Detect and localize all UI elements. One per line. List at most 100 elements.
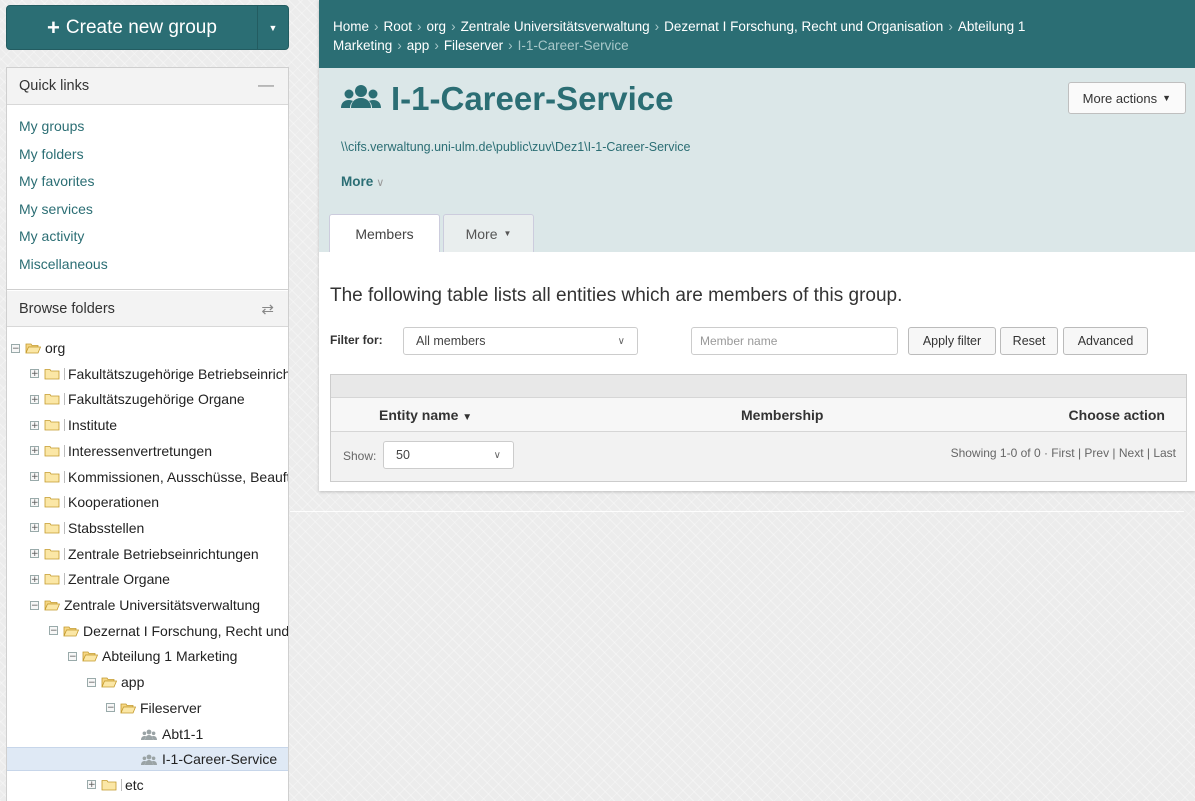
quick-link-my-folders[interactable]: My folders [19,141,276,169]
tree-node[interactable]: + Zentrale Organe [30,567,170,591]
collapse-icon[interactable]: − [87,677,96,687]
browse-folders-title: Browse folders [19,300,115,317]
tree-node[interactable]: − org [11,336,65,360]
folder-icon [101,779,117,791]
tree-node[interactable]: − app [87,670,144,694]
quick-link-my-groups[interactable]: My groups [19,113,276,141]
tree-node[interactable]: − Zentrale Universitätsverwaltung [30,593,260,617]
table-footer: Show: 50 ∨ Showing 1-0 of 0 · First | Pr… [331,432,1186,482]
folder-open-icon [101,676,117,688]
table-toolbar [331,375,1186,398]
expand-icon[interactable]: + [30,523,39,533]
paging-text[interactable]: Showing 1-0 of 0 · First | Prev | Next |… [951,446,1176,460]
column-membership: Membership [741,407,824,423]
create-dropdown-toggle[interactable]: ▼ [257,6,288,49]
folder-open-icon [120,702,136,714]
filter-label: Filter for: [330,333,383,347]
folder-open-icon [82,650,98,662]
tree-node-label: Abteilung 1 Marketing [102,648,238,665]
expand-icon[interactable]: + [87,780,96,790]
quick-links-header[interactable]: Quick links — [7,68,288,105]
folder-open-icon [63,625,79,637]
tree-node[interactable]: + Interessenvertretungen [30,439,212,463]
tree-node[interactable]: + Institute [30,413,117,437]
tree-node-label: Dezernat I Forschung, Recht und Organisa… [83,622,289,639]
plus-icon: + [47,14,60,40]
collapse-icon[interactable]: − [68,651,77,661]
group-icon [141,728,157,740]
sort-caret-icon: ▼ [462,412,473,423]
advanced-label: Advanced [1077,334,1134,348]
tree-node-label: Interessenvertretungen [68,442,212,459]
chevron-down-icon: ∨ [493,449,501,461]
browse-folders-header[interactable]: Browse folders ⇄ [7,291,288,327]
reset-label: Reset [1012,334,1046,348]
tree-node[interactable]: + Kommissionen, Ausschüsse, Beauftragte [30,465,288,489]
member-filter-select[interactable]: All members ∨ [403,327,638,355]
tree-node-label: Fakultätszugehörige Organe [68,391,245,408]
quick-link-my-favorites[interactable]: My favorites [19,168,276,196]
swap-arrows-icon[interactable]: ⇄ [261,300,274,318]
column-entity-name[interactable]: Entity name ▼ [379,407,472,423]
create-new-group-label: Create new group [65,16,217,38]
tree-node[interactable]: − Dezernat I Forschung, Recht und Organis… [49,619,289,643]
tree-node[interactable]: − Abteilung 1 Marketing [68,644,237,668]
collapse-icon[interactable]: − [49,626,58,636]
tree-node-label: Abt1-1 [162,725,204,742]
quick-link-my-services[interactable]: My services [19,196,276,224]
folder-icon [44,496,60,508]
quick-link-miscellaneous[interactable]: Miscellaneous [19,251,276,279]
folder-icon [44,393,60,405]
tree-node-label: Zentrale Organe [68,571,170,588]
expand-icon[interactable]: + [30,497,39,507]
members-description: The following table lists all entities w… [330,285,903,306]
quick-link-my-activity[interactable]: My activity [19,223,276,251]
expand-icon[interactable]: + [30,574,39,584]
collapse-icon[interactable]: − [11,343,20,353]
page-size-select[interactable]: 50 ∨ [383,441,514,469]
tree-node[interactable]: + Zentrale Betriebseinrichtungen [30,542,259,566]
folder-tree: − org + Fakultätszugehörige Betriebseinrich… [6,333,289,801]
folder-icon [44,368,60,380]
members-section: The following table lists all entities w… [319,0,1195,491]
tree-node-label: org [45,340,66,356]
tree-node[interactable]: − Fileserver [106,696,201,720]
folder-icon [44,573,60,585]
tree-node-label: Kommissionen, Ausschüsse, Beauftragte [68,468,288,485]
create-new-group-main[interactable]: + Create new group [7,14,257,40]
expand-icon[interactable]: + [30,420,39,430]
tree-node-label: app [121,674,145,691]
member-name-input[interactable]: Member name [691,327,898,355]
reset-button[interactable]: Reset [1000,327,1058,355]
table-header: Entity name ▼ Membership Choose action [331,398,1186,432]
tree-node[interactable]: + Kooperationen [30,490,159,514]
tree-node-label: Institute [68,417,118,434]
tree-node[interactable]: + Fakultätszugehörige Organe [30,387,245,411]
apply-filter-button[interactable]: Apply filter [908,327,996,355]
tree-node[interactable]: I-1-Career-Service [7,747,288,772]
expand-icon[interactable]: + [30,369,39,379]
quick-links-title: Quick links [19,78,90,94]
tree-node-label: I-1-Career-Service [162,751,278,768]
folder-icon [44,471,60,483]
collapse-icon[interactable]: — [258,77,274,95]
tree-node-label: Fileserver [140,699,202,716]
tree-node-label: Zentrale Betriebseinrichtungen [68,545,259,562]
show-label: Show: [343,449,377,463]
page-size-value: 50 [396,448,410,462]
tree-node[interactable]: + Stabsstellen [30,516,144,540]
collapse-icon[interactable]: − [30,600,39,610]
expand-icon[interactable]: + [30,549,39,559]
tree-node[interactable]: + Fakultätszugehörige Betriebseinrichtung… [30,362,288,386]
expand-icon[interactable]: + [30,394,39,404]
tree-node-label: etc [125,776,144,793]
expand-icon[interactable]: + [30,446,39,456]
tree-node-label: Kooperationen [68,494,160,511]
tree-node[interactable]: Abt1-1 [125,722,203,746]
expand-icon[interactable]: + [30,472,39,482]
advanced-button[interactable]: Advanced [1063,327,1148,355]
collapse-icon[interactable]: − [106,703,115,713]
create-new-group-button[interactable]: + Create new group ▼ [6,5,289,50]
tree-node[interactable]: + etc [87,773,144,797]
folder-icon [44,445,60,457]
